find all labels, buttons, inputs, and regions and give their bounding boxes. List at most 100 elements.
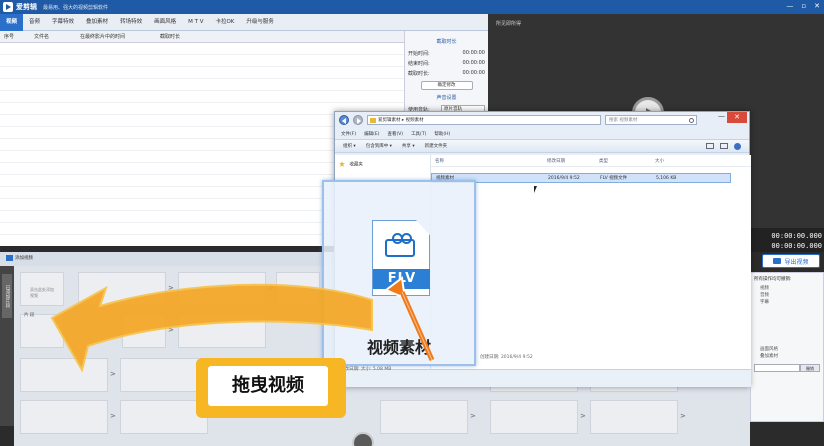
add-video-button[interactable]: 添加视频 xyxy=(6,255,33,261)
clip-slot[interactable] xyxy=(380,400,468,434)
transition-arrow-icon: > xyxy=(110,370,116,378)
col-filename[interactable]: 文件名 xyxy=(30,33,76,40)
drag-video-callout-text: 拖曳视频 xyxy=(208,366,328,406)
clip-slot[interactable] xyxy=(20,400,108,434)
clip-slot[interactable] xyxy=(78,272,166,306)
col-modified[interactable]: 修改日期 xyxy=(543,158,595,164)
file-row-selected[interactable]: 视频素材 2016/9/4 9:52 FLV 视频文件 5,106 KB xyxy=(431,173,731,183)
tab-mtv[interactable]: M T V xyxy=(182,14,209,31)
undo-item[interactable]: 音频 xyxy=(754,292,820,299)
menu-file[interactable]: 文件(F) xyxy=(341,131,356,137)
list-item[interactable] xyxy=(0,67,404,79)
menu-edit[interactable]: 编辑(E) xyxy=(364,131,379,137)
explorer-close-button[interactable]: ✕ xyxy=(727,112,747,123)
app-tagline: 最易用、强大的视频剪辑软件 xyxy=(43,4,109,11)
clip-slot[interactable] xyxy=(20,358,108,392)
clip-slot[interactable] xyxy=(120,358,208,392)
undo-button[interactable]: 撤销 xyxy=(800,364,820,372)
explorer-search-input[interactable]: 搜索 视频素材 xyxy=(605,115,697,125)
transition-arrow-icon: > xyxy=(110,412,116,420)
close-button[interactable]: ✕ xyxy=(814,2,820,10)
undo-item[interactable]: 画面风格 xyxy=(754,346,820,353)
clip-slot[interactable] xyxy=(122,314,166,348)
organize-button[interactable]: 组织 ▾ xyxy=(343,143,356,149)
app-title: 爱剪辑 xyxy=(16,3,37,11)
playback-time-display: 00:00:00.000 00:00:00.000 xyxy=(750,228,824,252)
col-size[interactable]: 大小 xyxy=(651,158,711,164)
clip-slot[interactable] xyxy=(120,400,208,434)
transition-arrow-icon: > xyxy=(470,412,476,420)
address-bar[interactable]: 爱剪辑素材 ▸ 视频素材 xyxy=(367,115,601,125)
clip-slot[interactable] xyxy=(20,314,64,348)
nav-favorites[interactable]: 收藏夹 xyxy=(339,161,426,168)
undo-input[interactable] xyxy=(754,364,800,372)
undo-options-panel: 所有操作均可撤销: 视频 音频 字幕 画面风格 叠加素材 撤销 xyxy=(750,272,824,422)
window-controls: — ▫ ✕ xyxy=(786,2,820,10)
start-time-row: 开始时间: 00:00:00 xyxy=(408,48,485,58)
back-icon[interactable] xyxy=(339,115,349,125)
tab-karaoke[interactable]: 卡拉OK xyxy=(209,14,240,31)
explorer-status-bar xyxy=(335,369,751,387)
tab-subtitle-effects[interactable]: 字幕特效 xyxy=(46,14,80,31)
add-video-icon xyxy=(6,255,13,261)
col-name[interactable]: 名称 xyxy=(431,158,543,164)
maximize-button[interactable]: ▫ xyxy=(801,2,806,10)
col-duration[interactable]: 截取时长 xyxy=(156,33,216,40)
tab-transition-effects[interactable]: 转场特效 xyxy=(114,14,148,31)
dragged-file-name: 视频素材 xyxy=(366,338,431,357)
menu-view[interactable]: 查看(V) xyxy=(387,131,403,137)
clip-slot[interactable] xyxy=(178,314,266,348)
transition-arrow-icon: > xyxy=(268,284,274,292)
nav-favorites-label: 收藏夹 xyxy=(349,162,363,168)
start-time-label: 开始时间: xyxy=(408,50,430,57)
export-video-button[interactable]: 导出视频 xyxy=(762,254,820,268)
include-in-library-button[interactable]: 包含到库中 ▾ xyxy=(366,143,392,149)
undo-item[interactable]: 视频 xyxy=(754,285,820,292)
col-index[interactable]: 序号 xyxy=(0,33,30,40)
tab-upgrade-service[interactable]: 升级与服务 xyxy=(240,14,280,31)
transition-arrow-icon: > xyxy=(168,326,174,334)
file-extension-label: FLV xyxy=(373,269,430,289)
minimize-button[interactable]: — xyxy=(786,2,793,10)
view-mode-icon[interactable] xyxy=(706,142,714,149)
explorer-minimize-button[interactable]: — xyxy=(718,112,725,120)
list-item[interactable] xyxy=(0,91,404,103)
menu-help[interactable]: 帮助(H) xyxy=(434,131,450,137)
list-item[interactable] xyxy=(0,79,404,91)
end-time-row: 结束时间: 00:00:00 xyxy=(408,58,485,68)
end-time-input[interactable]: 00:00:00 xyxy=(463,60,485,66)
clip-slot[interactable] xyxy=(178,272,266,306)
added-clips-tab[interactable]: 已添加片段 xyxy=(2,274,12,318)
tab-video[interactable]: 视频 xyxy=(0,13,24,31)
col-type[interactable]: 类型 xyxy=(595,158,651,164)
main-menu-tabs: 视频 音频 字幕特效 叠加素材 转场特效 画面风格 M T V 卡拉OK 升级与… xyxy=(0,13,488,31)
clip-slot[interactable] xyxy=(276,272,320,306)
duration-input[interactable]: 00:00:00 xyxy=(463,70,485,76)
tab-picture-style[interactable]: 画面风格 xyxy=(148,14,182,31)
tab-audio[interactable]: 音频 xyxy=(23,14,46,31)
add-video-label: 添加视频 xyxy=(15,256,33,261)
dragged-file-card[interactable]: FLV 视频素材 xyxy=(322,180,476,366)
clip-slot[interactable] xyxy=(490,400,578,434)
undo-item[interactable]: 叠加素材 xyxy=(754,353,820,360)
new-folder-button[interactable]: 新建文件夹 xyxy=(425,143,448,149)
help-icon[interactable] xyxy=(734,142,741,150)
start-time-input[interactable]: 00:00:00 xyxy=(463,50,485,56)
transition-arrow-icon: > xyxy=(168,284,174,292)
confirm-modify-button[interactable]: 确定修改 xyxy=(420,81,473,90)
star-icon xyxy=(339,161,345,167)
col-time-in-movie[interactable]: 在最终影片中的时间 xyxy=(76,33,156,40)
preview-pane-icon[interactable] xyxy=(720,142,728,149)
duration-label: 截取时长: xyxy=(408,70,430,77)
undo-item[interactable]: 字幕 xyxy=(754,299,820,306)
list-item[interactable] xyxy=(0,55,404,67)
forward-icon[interactable] xyxy=(353,115,363,125)
undo-field: 撤销 xyxy=(754,364,820,372)
list-item[interactable] xyxy=(0,43,404,55)
menu-tools[interactable]: 工具(T) xyxy=(411,131,426,137)
share-button[interactable]: 共享 ▾ xyxy=(402,143,415,149)
tab-overlay-material[interactable]: 叠加素材 xyxy=(80,14,114,31)
clip-slot[interactable] xyxy=(590,400,678,434)
end-time-label: 结束时间: xyxy=(408,60,430,67)
file-date: 2016/9/4 9:52 xyxy=(548,175,580,181)
